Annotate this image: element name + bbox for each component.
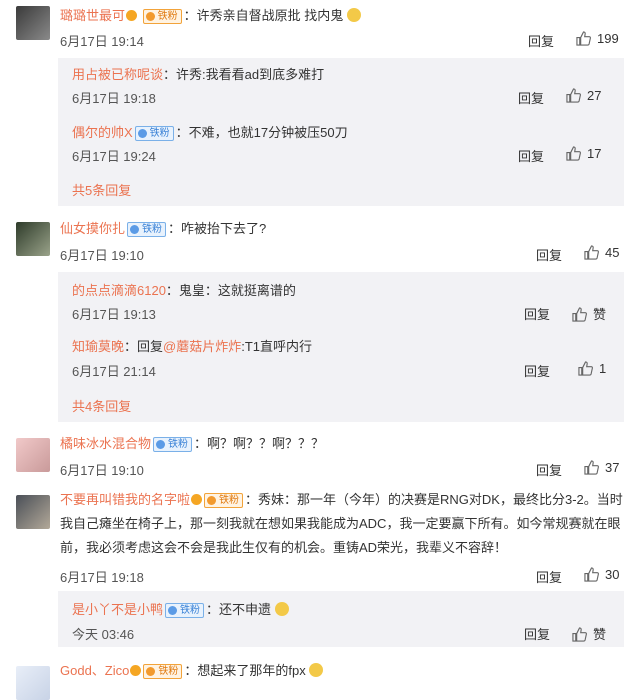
vip-icon [191,494,203,505]
emoji-icon [346,8,361,22]
more-replies-link[interactable]: 共5条回复 [72,180,131,199]
reply-item: 是小丫不是小鸭 铁粉 ：还不申遗 [72,599,289,618]
fan-badge: 铁粉 [134,126,174,141]
replies-box: 的点点滴滴6120：鬼皇：这就挺离谱的 6月17日 19:13 回复 赞 知瑜莫… [58,272,624,422]
timestamp: 6月17日 19:18 [72,91,156,106]
like-count: 17 [587,146,602,161]
fan-badge: 铁粉 [143,664,183,679]
timestamp: 6月17日 19:18 [60,570,144,585]
reply-button[interactable]: 回复 [524,361,550,380]
username[interactable]: 的点点滴滴6120 [72,283,166,298]
replies-box: 用占被已称呢谈：许秀:我看看ad到底多难打 6月17日 19:18 回复 27 … [58,58,624,206]
thumbs-up-icon [572,307,587,322]
username[interactable]: 用占被已称呢谈 [72,67,163,82]
reply-button[interactable]: 回复 [524,304,550,323]
timestamp: 6月17日 19:24 [72,149,156,164]
like-count: 赞 [593,307,607,322]
timestamp: 6月17日 19:10 [60,248,144,263]
timestamp: 6月17日 19:14 [60,34,144,49]
thumbs-up-icon [584,245,599,260]
reply-button[interactable]: 回复 [524,624,550,643]
avatar[interactable] [16,666,50,700]
reply-button[interactable]: 回复 [518,146,544,165]
replies-box: 是小丫不是小鸭 铁粉 ：还不申遗 今天 03:46 回复 赞 [58,591,624,647]
comment-text: ：咋被抬下去了? [168,221,267,236]
username[interactable]: 是小丫不是小鸭 [72,602,163,617]
timestamp: 6月17日 19:10 [60,463,144,478]
comment-text: ：啊？啊？？啊？？？ [194,436,325,451]
reply-button[interactable]: 回复 [528,31,554,50]
username[interactable]: 偶尔的帅X [72,125,133,140]
username[interactable]: 璐璐世最可 [60,8,125,23]
reply-text: ：还不申遗 [206,602,272,617]
like-count: 37 [605,460,620,475]
fan-badge: 铁粉 [204,493,244,508]
username[interactable]: Godd、Zico [60,663,129,678]
reply-text: ：鬼皇：这就挺离谱的 [165,283,296,298]
like-button[interactable]: 45 [584,245,619,260]
username[interactable]: 知瑜莫晚 [72,339,124,354]
reply-button[interactable]: 回复 [536,567,562,586]
like-button[interactable]: 1 [578,361,606,376]
avatar[interactable] [16,438,50,472]
comment: Godd、Zico 铁粉 ：想起来了那年的fpx [0,658,640,700]
fan-badge: 铁粉 [127,222,167,237]
vip-icon [126,10,138,21]
thumbs-up-icon [566,88,581,103]
thumbs-up-icon [584,567,599,582]
thumbs-up-icon [566,146,581,161]
avatar[interactable] [16,6,50,40]
timestamp: 6月17日 21:14 [72,364,156,379]
thumbs-up-icon [578,361,593,376]
reply-button[interactable]: 回复 [536,245,562,264]
vip-icon [130,665,142,676]
like-count: 30 [605,567,620,582]
like-count: 45 [605,245,620,260]
reply-item: 偶尔的帅X 铁粉 ：不难，也就17分钟被压50刀 [72,122,348,141]
reply-button[interactable]: 回复 [518,88,544,107]
username[interactable]: 仙女摸你扎 [60,221,125,236]
username[interactable]: 橘味冰水混合物 [60,436,151,451]
like-button[interactable]: 17 [566,146,601,161]
reply-text: ：回复 [124,339,164,354]
reply-text: ：许秀:我看看ad到底多难打 [163,67,325,82]
comment-text: ：想起来了那年的fpx [184,663,306,678]
emoji-icon [309,663,324,677]
mention-link[interactable]: @蘑菇片炸炸 [163,339,241,354]
reply-text: ：不难，也就17分钟被压50刀 [175,125,348,140]
reply-item: 的点点滴滴6120：鬼皇：这就挺离谱的 [72,280,296,299]
like-button[interactable]: 赞 [572,624,606,643]
thumbs-up-icon [584,460,599,475]
like-count: 1 [599,361,607,376]
like-button[interactable]: 赞 [572,304,606,323]
fan-badge: 铁粉 [153,437,193,452]
timestamp: 今天 03:46 [72,627,135,642]
thumbs-up-icon [576,31,591,46]
like-button[interactable]: 27 [566,88,601,103]
timestamp: 6月17日 19:13 [72,307,156,322]
reply-button[interactable]: 回复 [536,460,562,479]
like-button[interactable]: 30 [584,567,619,582]
fan-badge: 铁粉 [142,9,182,24]
avatar[interactable] [16,222,50,256]
like-button[interactable]: 199 [576,31,619,46]
like-button[interactable]: 37 [584,460,619,475]
like-count: 199 [597,31,619,46]
reply-item: 用占被已称呢谈：许秀:我看看ad到底多难打 [72,64,324,83]
like-count: 赞 [593,627,607,642]
reply-item: 知瑜莫晚：回复@蘑菇片炸炸:T1直呼内行 [72,336,312,355]
thumbs-up-icon [572,627,587,642]
fan-badge: 铁粉 [165,603,205,618]
username[interactable]: 不要再叫错我的名字啦 [60,492,190,507]
comment-text: ：许秀亲自督战原批 找内鬼 [183,8,344,23]
reply-text-tail: :T1直呼内行 [241,339,313,354]
avatar[interactable] [16,495,50,529]
like-count: 27 [587,88,602,103]
more-replies-link[interactable]: 共4条回复 [72,396,131,415]
emoji-icon [274,602,289,616]
